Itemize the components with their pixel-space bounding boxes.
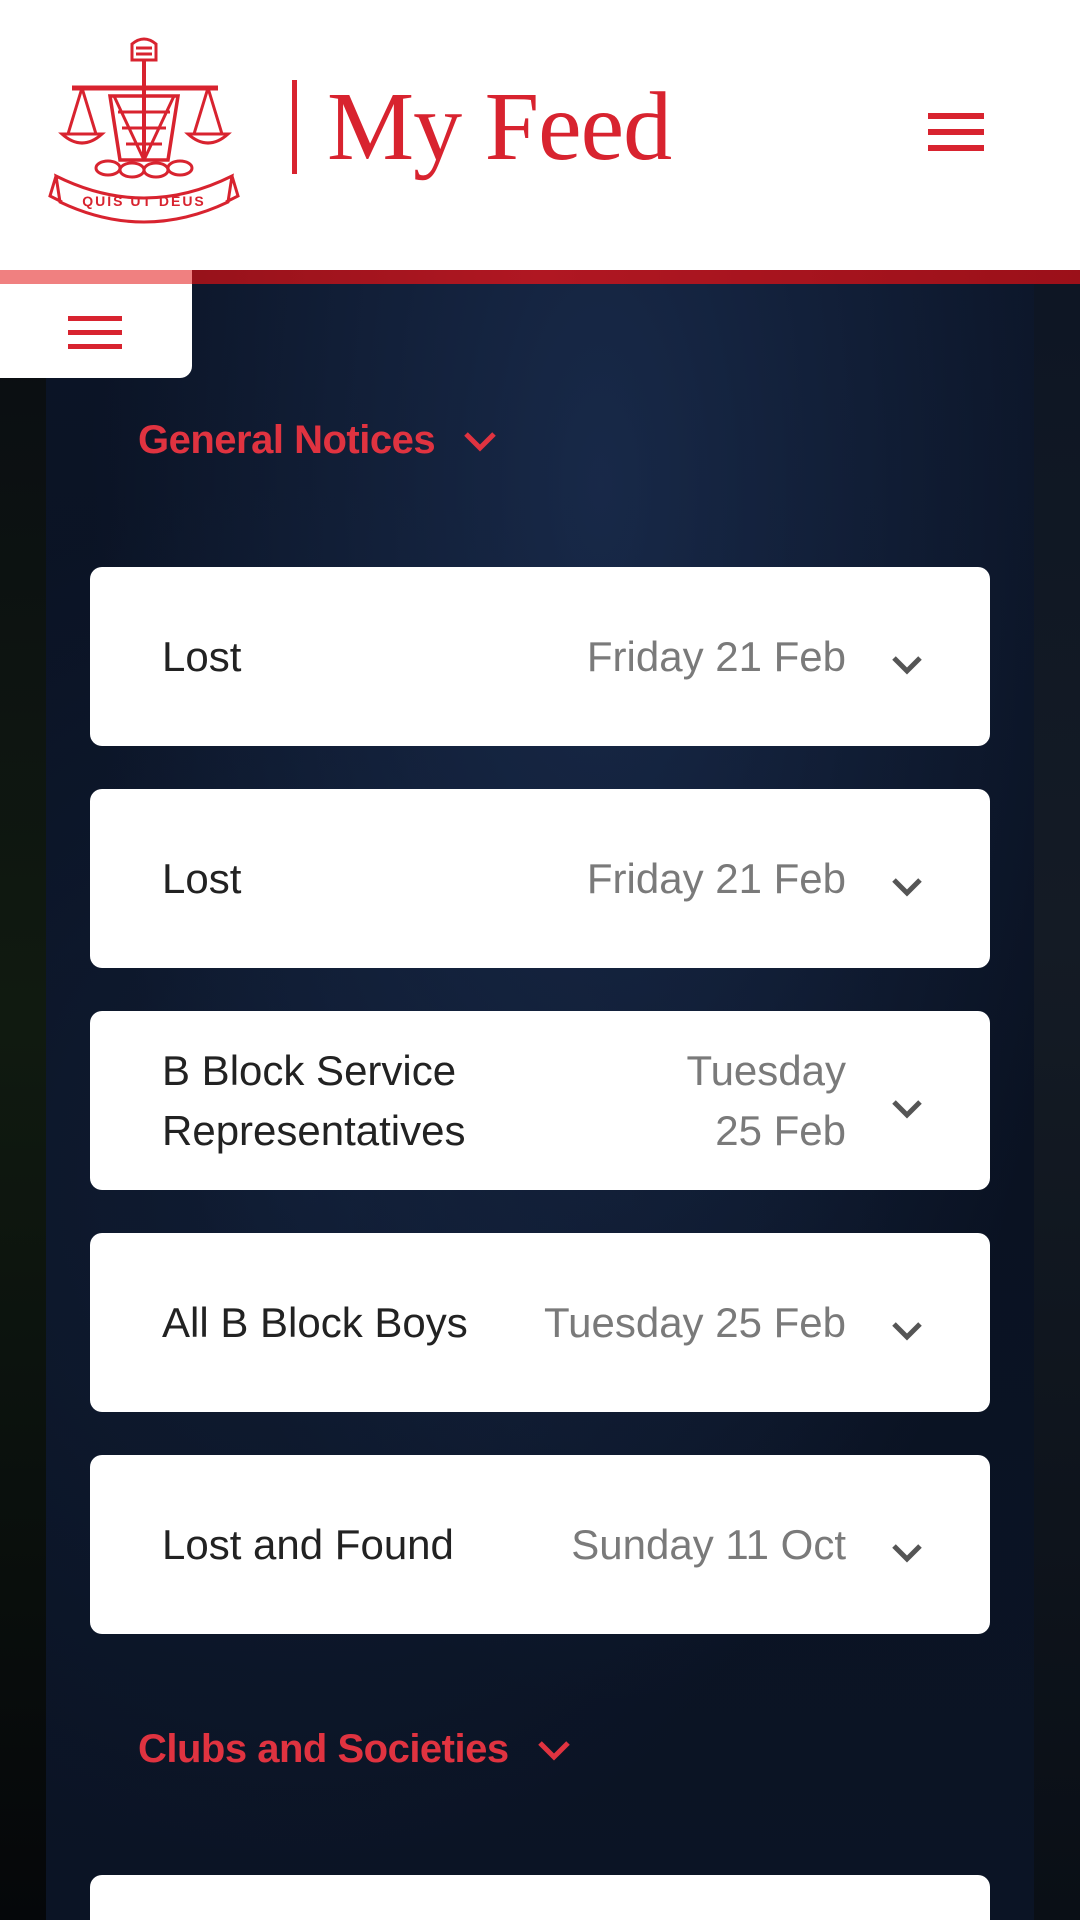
hamburger-menu-icon[interactable] xyxy=(928,113,984,153)
background-side-left xyxy=(0,284,46,1920)
chevron-down-icon[interactable] xyxy=(890,654,924,676)
notice-date: Friday 21 Feb xyxy=(586,854,846,902)
notice-card[interactable]: Lost Friday 21 Feb xyxy=(90,567,990,746)
notice-date: Sunday 11 Oct xyxy=(571,1520,846,1568)
chevron-down-icon[interactable] xyxy=(890,1542,924,1564)
hamburger-menu-icon xyxy=(68,316,122,321)
school-crest-logo: QUIS UT DEUS xyxy=(48,37,240,224)
page-title: My Feed xyxy=(327,73,672,181)
page-title-group: My Feed xyxy=(292,72,672,182)
notice-title: Lost xyxy=(162,632,242,680)
crest-motto: QUIS UT DEUS xyxy=(82,193,206,209)
notice-title: Lost and Found xyxy=(162,1520,454,1568)
notice-card[interactable]: Lost and Found Sunday 11 Oct xyxy=(90,1455,990,1634)
notice-title: B Block Service Representatives xyxy=(162,1046,466,1154)
section-label: General Notices xyxy=(138,418,436,462)
chevron-down-icon xyxy=(464,431,496,452)
notice-card[interactable] xyxy=(90,1875,990,1920)
background-side-right xyxy=(1034,284,1080,1920)
chevron-down-icon xyxy=(537,1740,570,1761)
chevron-down-icon[interactable] xyxy=(890,1098,924,1120)
section-label: Clubs and Societies xyxy=(138,1727,509,1771)
notice-card[interactable]: B Block Service Representatives Tuesday … xyxy=(90,1011,990,1190)
chevron-down-icon[interactable] xyxy=(890,1320,924,1342)
app-header: QUIS UT DEUS My Feed xyxy=(0,0,1080,270)
notice-date: Tuesday 25 Feb xyxy=(686,1046,846,1154)
notice-card[interactable]: Lost Friday 21 Feb xyxy=(90,789,990,968)
notice-title: All B Block Boys xyxy=(162,1298,468,1346)
chevron-down-icon[interactable] xyxy=(890,876,924,898)
title-divider xyxy=(292,80,297,174)
notice-title: Lost xyxy=(162,854,242,902)
notice-card[interactable]: All B Block Boys Tuesday 25 Feb xyxy=(90,1233,990,1412)
section-heading-clubs-and-societies[interactable]: Clubs and Societies xyxy=(138,1727,571,1772)
section-heading-general-notices[interactable]: General Notices xyxy=(138,418,497,463)
notice-date: Tuesday 25 Feb xyxy=(544,1298,846,1346)
header-accent-highlight xyxy=(0,270,192,284)
notice-date: Friday 21 Feb xyxy=(586,632,846,680)
drawer-toggle-button[interactable] xyxy=(0,284,192,378)
